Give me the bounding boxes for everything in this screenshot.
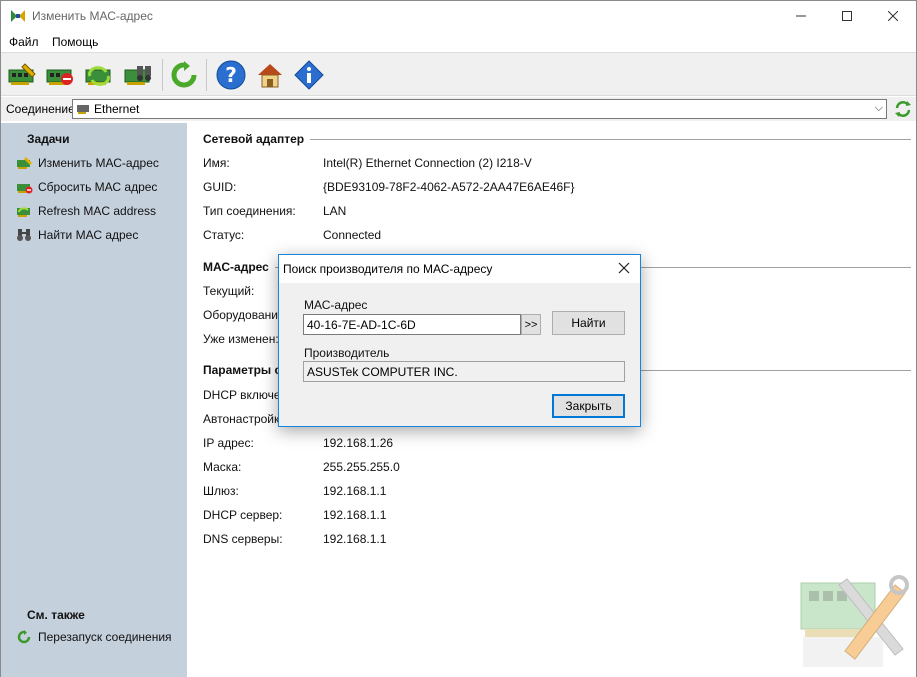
- network-card-icon: [77, 105, 89, 114]
- mac-section-title: МАС-адрес: [203, 260, 275, 274]
- card-search-icon: [124, 66, 151, 85]
- insert-mac-button[interactable]: >>: [521, 314, 541, 335]
- close-icon: [888, 11, 898, 21]
- refresh-connection-icon[interactable]: [894, 100, 912, 118]
- connection-select[interactable]: Ethernet ⌵: [72, 99, 887, 119]
- toolbar: ?: [1, 52, 916, 96]
- field-label: Маска:: [203, 460, 242, 474]
- field-label: Тип соединения:: [203, 204, 296, 218]
- app-icon: [11, 10, 25, 22]
- find-mac-toolbar-button[interactable]: [121, 58, 155, 92]
- restart-icon: [17, 630, 31, 644]
- vendor-value-field: ASUSTek COMPUTER INC.: [303, 361, 625, 382]
- network-card-tools-icon: [800, 575, 909, 667]
- task-label: Refresh MAC address: [38, 204, 157, 218]
- card-edit-icon: [17, 157, 32, 169]
- dhcp-server-value: 192.168.1.1: [323, 508, 387, 522]
- maximize-button[interactable]: [824, 1, 870, 31]
- adapter-section-title: Сетевой адаптер: [203, 132, 311, 146]
- main-window: Изменить МАС-адрес Файл Помощь ? Соедине…: [0, 0, 917, 677]
- field-label: IP адрес:: [203, 436, 254, 450]
- find-vendor-button[interactable]: Найти: [552, 311, 625, 335]
- dialog-title-bar: Поиск производителя по МАС-адресу: [279, 255, 640, 283]
- task-label: Найти МАС адрес: [38, 228, 139, 242]
- task-label: Изменить МАС-адрес: [38, 156, 159, 170]
- field-label: Автонастройка: [203, 412, 287, 426]
- dialog-close-icon[interactable]: [616, 260, 632, 276]
- vendor-lookup-dialog: Поиск производителя по МАС-адресу МАС-ад…: [278, 254, 641, 427]
- connection-select-value: Ethernet: [94, 102, 140, 116]
- task-sidebar: Задачи Изменить МАС-адрес Сбросить МАС а…: [1, 123, 187, 677]
- guid-value: {BDE93109-78F2-4062-A572-2AA47E6AE46F}: [323, 180, 575, 194]
- binoculars-icon: [17, 229, 31, 241]
- card-reset-icon: [17, 184, 33, 194]
- field-label: Статус:: [203, 228, 245, 242]
- field-label: DHCP включен: [203, 388, 288, 402]
- window-title: Изменить МАС-адрес: [32, 9, 153, 23]
- menu-file[interactable]: Файл: [9, 35, 39, 49]
- info-toolbar-button[interactable]: [292, 58, 326, 92]
- field-label: DNS серверы:: [203, 532, 283, 546]
- help-icon: ?: [216, 60, 246, 90]
- vendor-label: Производитель: [304, 346, 390, 360]
- help-toolbar-button[interactable]: ?: [214, 58, 248, 92]
- reset-mac-toolbar-button[interactable]: [43, 58, 77, 92]
- refresh-icon: [171, 61, 197, 88]
- field-label: Имя:: [203, 156, 230, 170]
- task-refresh-mac[interactable]: Refresh MAC address: [16, 202, 156, 220]
- card-edit-icon: [8, 63, 36, 85]
- see-also-label: Перезапуск соединения: [38, 630, 172, 644]
- card-reset-icon: [46, 69, 73, 85]
- card-refresh-icon: [85, 66, 111, 86]
- minimize-button[interactable]: [778, 1, 824, 31]
- change-mac-toolbar-button[interactable]: [5, 58, 39, 92]
- dns-servers-value: 192.168.1.1: [323, 532, 387, 546]
- connection-label: Соединение:: [6, 102, 79, 116]
- gateway-value: 192.168.1.1: [323, 484, 387, 498]
- home-toolbar-button[interactable]: [253, 58, 287, 92]
- mac-address-input[interactable]: [303, 314, 521, 335]
- minimize-icon: [796, 15, 806, 17]
- field-label: DHCP сервер:: [203, 508, 283, 522]
- home-icon: [258, 64, 282, 88]
- card-refresh-icon: [17, 207, 30, 217]
- info-icon: [294, 60, 324, 90]
- field-label: Оборудование:: [203, 308, 288, 322]
- field-label: Шлюз:: [203, 484, 239, 498]
- refresh-mac-toolbar-button[interactable]: [82, 58, 116, 92]
- see-also-heading: См. также: [27, 608, 85, 622]
- task-reset-mac[interactable]: Сбросить МАС адрес: [16, 178, 157, 196]
- adapter-name-value: Intel(R) Ethernet Connection (2) I218-V: [323, 156, 532, 170]
- see-also-restart-connection[interactable]: Перезапуск соединения: [16, 628, 172, 646]
- mac-address-label: МАС-адрес: [304, 298, 368, 312]
- status-value: Connected: [323, 228, 382, 242]
- field-label: GUID:: [203, 180, 237, 194]
- vendor-value: ASUSTek COMPUTER INC.: [307, 365, 458, 379]
- chevron-down-icon: ⌵: [874, 102, 883, 114]
- menu-help[interactable]: Помощь: [52, 35, 98, 49]
- subnet-mask-value: 255.255.255.0: [323, 460, 400, 474]
- task-find-mac[interactable]: Найти МАС адрес: [16, 226, 138, 244]
- task-label: Сбросить МАС адрес: [38, 180, 158, 194]
- connection-bar: Соединение: Ethernet ⌵: [1, 97, 916, 121]
- maximize-icon: [842, 11, 852, 21]
- close-button[interactable]: [870, 1, 916, 31]
- field-label: Уже изменен:: [203, 332, 279, 346]
- refresh-toolbar-button[interactable]: [167, 58, 201, 92]
- field-label: Текущий:: [203, 284, 255, 298]
- menu-bar: Файл Помощь: [1, 32, 916, 52]
- dialog-title: Поиск производителя по МАС-адресу: [283, 262, 493, 276]
- toolbar-separator: [162, 59, 163, 91]
- svg-text:?: ?: [225, 63, 237, 87]
- ip-address-value: 192.168.1.26: [323, 436, 394, 450]
- connection-type-value: LAN: [323, 204, 347, 218]
- tasks-heading: Задачи: [27, 132, 70, 146]
- title-bar: Изменить МАС-адрес: [1, 1, 916, 31]
- toolbar-separator: [206, 59, 207, 91]
- task-change-mac[interactable]: Изменить МАС-адрес: [16, 154, 159, 172]
- params-section-title: Параметры с: [203, 363, 288, 377]
- dialog-close-button[interactable]: Закрыть: [552, 394, 625, 418]
